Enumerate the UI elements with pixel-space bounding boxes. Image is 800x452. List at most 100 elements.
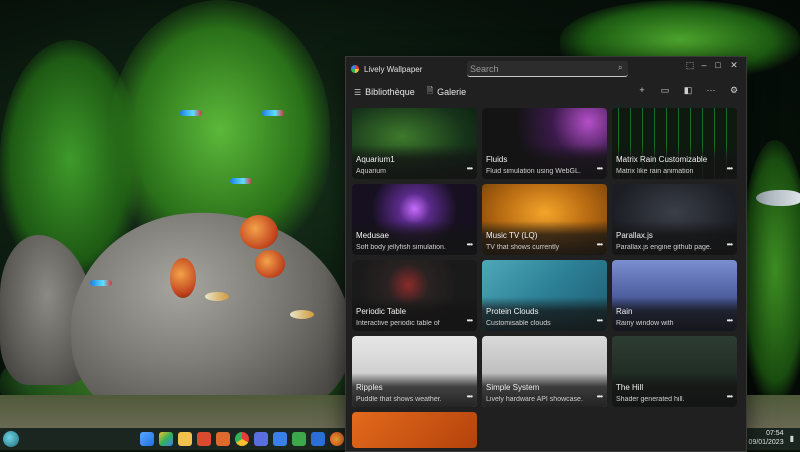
wallpaper-title: Simple System	[486, 383, 540, 392]
compact-mode-icon[interactable]: ⬚	[683, 60, 697, 71]
chrome-icon[interactable]	[235, 432, 249, 446]
wallpaper-title: Fluids	[486, 155, 508, 164]
app-icon[interactable]	[197, 432, 211, 446]
app-icon[interactable]	[216, 432, 230, 446]
card-more-icon[interactable]: •••	[597, 164, 603, 173]
settings-icon[interactable]: ⚙	[728, 85, 740, 96]
card-more-icon[interactable]: •••	[727, 392, 733, 401]
wallpaper-title: Ripples	[356, 383, 383, 392]
library-icon: ☰	[354, 87, 362, 97]
monitor-icon[interactable]: ▭	[659, 85, 671, 96]
card-more-icon[interactable]: •••	[597, 392, 603, 401]
wallpaper-description: Fluid simulation using WebGL.	[486, 168, 581, 175]
grey-fish	[756, 190, 800, 206]
neon-tetra	[262, 110, 284, 116]
wallpaper-title: Music TV (LQ)	[486, 231, 538, 240]
wallpaper-description: Matrix like rain animation	[616, 168, 694, 175]
wallpaper-card[interactable]	[352, 412, 477, 448]
search-input[interactable]	[467, 61, 628, 77]
wallpaper-card[interactable]: Music TV (LQ) TV that shows currently •••	[482, 184, 607, 255]
card-more-icon[interactable]: •••	[727, 164, 733, 173]
wallpaper-card[interactable]: Fluids Fluid simulation using WebGL. •••	[482, 108, 607, 179]
small-fish	[290, 310, 314, 319]
notification-icon[interactable]: ▮	[790, 434, 794, 443]
neon-tetra	[230, 178, 252, 184]
card-more-icon[interactable]: •••	[727, 240, 733, 249]
discus-fish	[240, 215, 278, 249]
wallpaper-title: Periodic Table	[356, 307, 407, 316]
wallpaper-card[interactable]: Rain Rainy window with •••	[612, 260, 737, 331]
card-more-icon[interactable]: •••	[727, 316, 733, 325]
wallpaper-description: TV that shows currently	[486, 244, 560, 251]
wallpaper-card[interactable]: Medusae Soft body jellyfish simulation. ••…	[352, 184, 477, 255]
wallpaper-card[interactable]: Parallax.js Parallax.js engine github pag…	[612, 184, 737, 255]
wallpaper-card[interactable]: Matrix Rain Customizable Matrix like rain…	[612, 108, 737, 179]
firefox-icon[interactable]	[330, 432, 344, 446]
wallpaper-card[interactable]: The Hill Shader generated hill. •••	[612, 336, 737, 407]
wallpaper-thumbnail	[352, 412, 477, 448]
tab-library-label: Bibliothèque	[365, 87, 415, 97]
clock-date: 09/01/2023	[748, 439, 784, 446]
wallpaper-title: Matrix Rain Customizable	[616, 155, 708, 164]
maximize-button[interactable]: □	[711, 60, 725, 70]
wallpaper-card[interactable]: Periodic Table Interactive periodic table…	[352, 260, 477, 331]
wallpaper-description: Aquarium	[356, 168, 386, 175]
wallpaper-description: Interactive periodic table of	[356, 320, 440, 327]
discus-fish	[170, 258, 196, 298]
start-icon[interactable]	[140, 432, 154, 446]
toolbar-actions: + ▭ ◧ ··· ⚙	[636, 85, 740, 96]
wallpaper-title: Parallax.js	[616, 231, 653, 240]
card-more-icon[interactable]: •••	[597, 240, 603, 249]
search-icon[interactable]: ⌕	[618, 63, 622, 73]
wallpaper-description: Customisable clouds	[486, 320, 551, 327]
app-icon[interactable]	[292, 432, 306, 446]
system-tray: 07:54 09/01/2023 ▮	[749, 429, 794, 447]
wallpaper-description: Puddle that shows weather.	[356, 396, 442, 403]
tab-gallery[interactable]: 🗎 Galerie	[427, 85, 466, 99]
clock[interactable]: 07:54 09/01/2023	[749, 429, 784, 447]
wallpaper-title: Protein Clouds	[486, 307, 539, 316]
card-more-icon[interactable]: •••	[467, 164, 473, 173]
wallpaper-card[interactable]: Aquarium1 Aquarium •••	[352, 108, 477, 179]
photos-icon[interactable]	[159, 432, 173, 446]
wallpaper-title: Rain	[616, 307, 633, 316]
neon-tetra	[180, 110, 202, 116]
card-more-icon[interactable]: •••	[467, 316, 473, 325]
lively-logo-icon	[351, 65, 359, 73]
small-fish	[205, 292, 229, 301]
title-bar[interactable]: Lively Wallpaper ⌕ ⬚ – □ ✕	[346, 57, 746, 81]
app-icon[interactable]	[311, 432, 325, 446]
wallpaper-title: Aquarium1	[356, 155, 395, 164]
card-more-icon[interactable]: •••	[467, 392, 473, 401]
clock-time: 07:54	[766, 430, 784, 437]
add-icon[interactable]: +	[636, 85, 648, 96]
weather-widget-icon[interactable]	[3, 431, 19, 447]
window-title: Lively Wallpaper	[364, 64, 423, 74]
wallpaper-description: Rainy window with	[616, 320, 674, 327]
minimize-button[interactable]: –	[697, 60, 711, 70]
wallpaper-description: Shader generated hill.	[616, 396, 685, 403]
wallpaper-title: Medusae	[356, 231, 389, 240]
file-explorer-icon[interactable]	[178, 432, 192, 446]
taskbar-apps	[140, 432, 363, 446]
card-more-icon[interactable]: •••	[467, 240, 473, 249]
discus-fish	[255, 250, 285, 278]
more-icon[interactable]: ···	[705, 85, 717, 96]
card-more-icon[interactable]: •••	[597, 316, 603, 325]
lively-wallpaper-window: Lively Wallpaper ⌕ ⬚ – □ ✕ ☰ Bibliothèqu…	[345, 56, 747, 452]
wallpaper-card[interactable]: Protein Clouds Customisable clouds •••	[482, 260, 607, 331]
neon-tetra	[90, 280, 112, 286]
gallery-icon: 🗎	[426, 86, 434, 95]
tab-library[interactable]: ☰ Bibliothèque	[354, 87, 415, 97]
app-icon[interactable]	[254, 432, 268, 446]
wallpaper-description: Lively hardware API showcase.	[486, 396, 583, 403]
customize-icon[interactable]: ◧	[682, 85, 694, 96]
wallpaper-description: Parallax.js engine github page.	[616, 244, 712, 251]
wallpaper-card[interactable]: Ripples Puddle that shows weather. •••	[352, 336, 477, 407]
close-button[interactable]: ✕	[727, 60, 741, 71]
app-icon[interactable]	[273, 432, 287, 446]
nav-bar: ☰ Bibliothèque 🗎 Galerie + ▭ ◧ ··· ⚙	[346, 81, 746, 103]
wallpaper-card[interactable]: Simple System Lively hardware API showcas…	[482, 336, 607, 407]
wallpaper-description: Soft body jellyfish simulation.	[356, 244, 446, 251]
plant-right	[740, 140, 800, 400]
